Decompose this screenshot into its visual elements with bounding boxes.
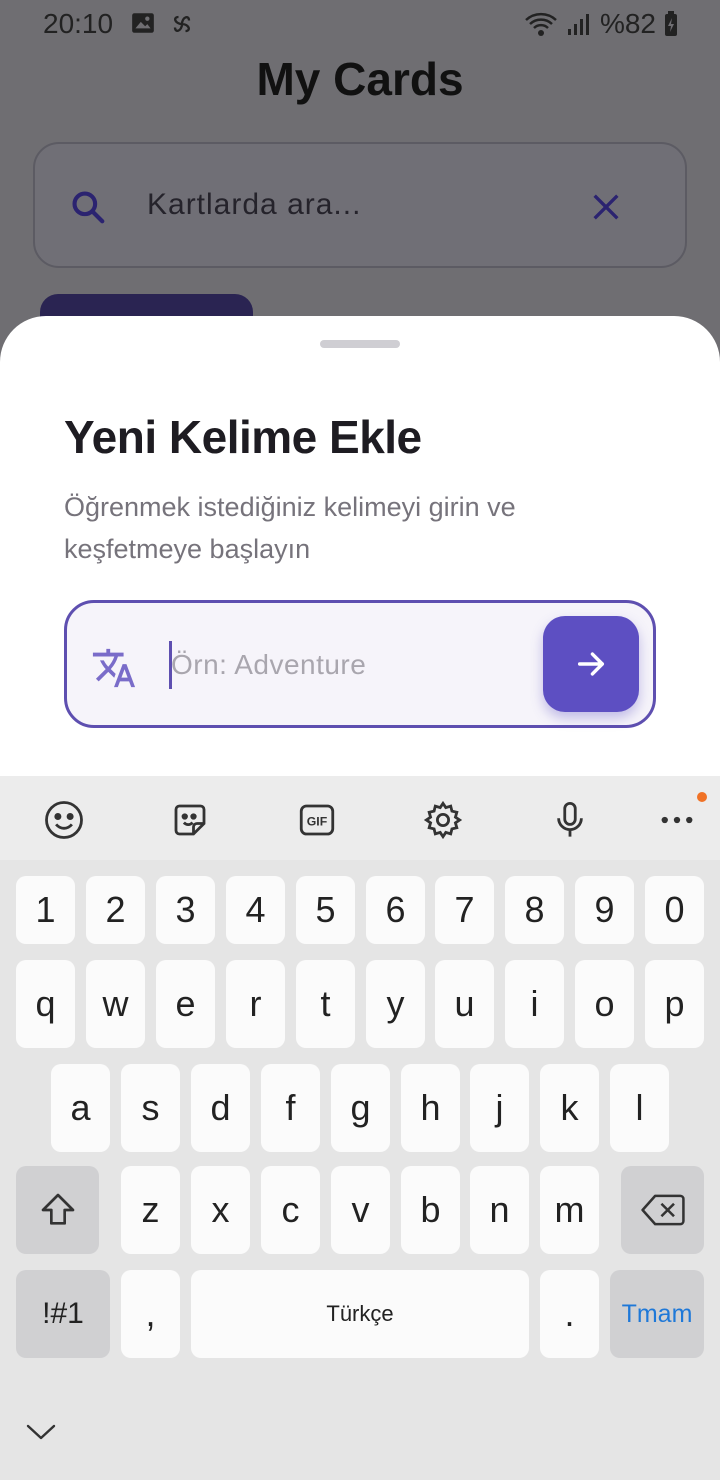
gif-label: GIF: [307, 814, 328, 828]
search-icon: [72, 191, 105, 224]
key-u[interactable]: u: [435, 960, 494, 1048]
image-icon: [132, 13, 154, 33]
status-right: %82: [524, 8, 678, 40]
key-h[interactable]: h: [401, 1064, 460, 1152]
chevron-down-icon[interactable]: [24, 1420, 58, 1444]
key-o[interactable]: o: [575, 960, 634, 1048]
key-5[interactable]: 5: [296, 876, 355, 944]
space-key[interactable]: Türkçe: [191, 1270, 529, 1358]
key-w[interactable]: w: [86, 960, 145, 1048]
pinwheel-icon: [173, 15, 191, 33]
more-icon[interactable]: [655, 792, 707, 842]
shift-key[interactable]: [16, 1166, 99, 1254]
key-k[interactable]: k: [540, 1064, 599, 1152]
key-e[interactable]: e: [156, 960, 215, 1048]
key-8[interactable]: 8: [505, 876, 564, 944]
status-bar: 20:10 %82: [0, 0, 720, 48]
key-1[interactable]: 1: [16, 876, 75, 944]
sticker-icon[interactable]: [168, 798, 212, 842]
symbols-key[interactable]: !#1: [16, 1270, 110, 1358]
submit-button[interactable]: [543, 616, 639, 712]
close-icon[interactable]: [589, 190, 623, 224]
settings-icon[interactable]: [421, 798, 465, 842]
shift-icon: [41, 1193, 74, 1225]
translate-icon: [92, 648, 136, 688]
sheet-subtitle: Öğrenmek istediğiniz kelimeyi girin ve k…: [64, 492, 516, 564]
page-title: My Cards: [256, 53, 464, 105]
key-l[interactable]: l: [610, 1064, 669, 1152]
signal-icon: [567, 14, 589, 35]
key-2[interactable]: 2: [86, 876, 145, 944]
key-0[interactable]: 0: [645, 876, 704, 944]
status-time: 20:10: [43, 8, 114, 39]
search-box[interactable]: Kartlarda ara...: [33, 142, 687, 268]
sheet-title: Yeni Kelime Ekle: [64, 411, 422, 463]
key-t[interactable]: t: [296, 960, 355, 1048]
done-key[interactable]: Tmam: [610, 1270, 704, 1358]
comma-key[interactable]: ,: [121, 1270, 180, 1358]
key-a[interactable]: a: [51, 1064, 110, 1152]
key-x[interactable]: x: [191, 1166, 250, 1254]
key-v[interactable]: v: [331, 1166, 390, 1254]
backspace-key[interactable]: [621, 1166, 704, 1254]
period-key[interactable]: .: [540, 1270, 599, 1358]
status-left-icons: [130, 10, 196, 38]
battery-percent: %82: [599, 8, 656, 39]
wifi-icon: [525, 12, 557, 36]
gif-icon[interactable]: GIF: [295, 798, 339, 842]
keyboard-toolbar: GIF: [0, 776, 720, 860]
key-3[interactable]: 3: [156, 876, 215, 944]
battery-charging-icon: [665, 11, 677, 36]
key-n[interactable]: n: [470, 1166, 529, 1254]
arrow-right-icon: [577, 652, 605, 676]
keyboard: GIF 1 2 3 4 5 6 7 8 9 0 q w e r t y u i …: [0, 776, 720, 1480]
key-4[interactable]: 4: [226, 876, 285, 944]
notification-dot: [697, 792, 707, 802]
key-7[interactable]: 7: [435, 876, 494, 944]
key-y[interactable]: y: [366, 960, 425, 1048]
key-s[interactable]: s: [121, 1064, 180, 1152]
add-word-sheet: Yeni Kelime Ekle Öğrenmek istediğiniz ke…: [0, 316, 720, 786]
key-z[interactable]: z: [121, 1166, 180, 1254]
key-q[interactable]: q: [16, 960, 75, 1048]
backspace-icon: [640, 1194, 685, 1226]
key-p[interactable]: p: [645, 960, 704, 1048]
drag-handle[interactable]: [320, 340, 400, 348]
key-g[interactable]: g: [331, 1064, 390, 1152]
key-f[interactable]: f: [261, 1064, 320, 1152]
key-m[interactable]: m: [540, 1166, 599, 1254]
key-6[interactable]: 6: [366, 876, 425, 944]
key-c[interactable]: c: [261, 1166, 320, 1254]
key-j[interactable]: j: [470, 1064, 529, 1152]
key-b[interactable]: b: [401, 1166, 460, 1254]
microphone-icon[interactable]: [548, 798, 592, 842]
word-input[interactable]: [171, 643, 531, 687]
emoji-icon[interactable]: [42, 798, 86, 842]
search-input[interactable]: Kartlarda ara...: [147, 188, 361, 222]
word-field[interactable]: [64, 600, 656, 728]
key-i[interactable]: i: [505, 960, 564, 1048]
key-d[interactable]: d: [191, 1064, 250, 1152]
key-9[interactable]: 9: [575, 876, 634, 944]
key-r[interactable]: r: [226, 960, 285, 1048]
